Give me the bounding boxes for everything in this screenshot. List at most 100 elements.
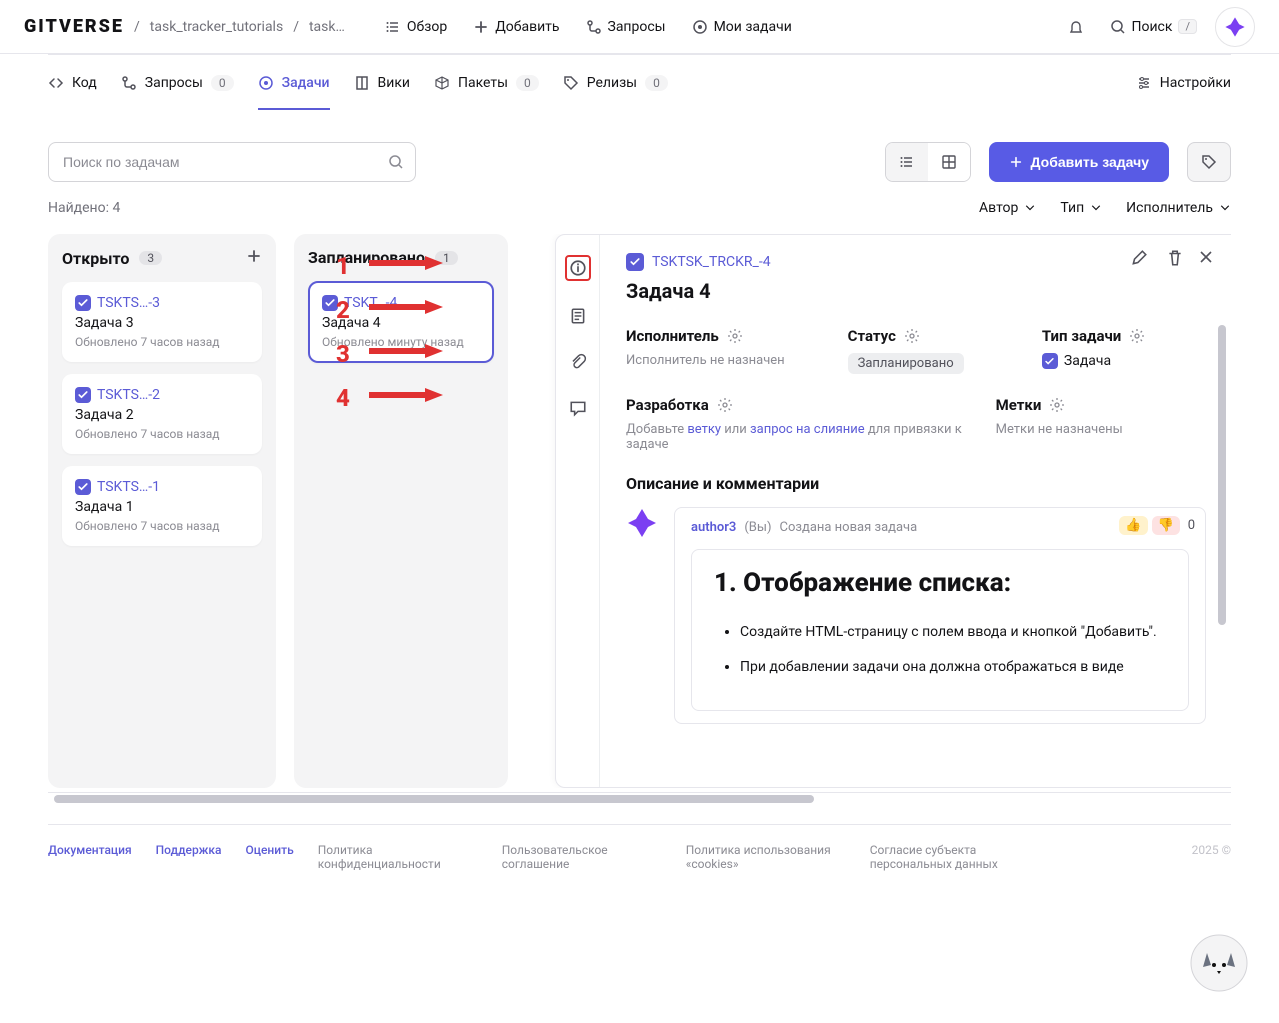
- logo[interactable]: GITVERSE: [24, 16, 124, 37]
- nav-notifications[interactable]: [1060, 15, 1092, 39]
- link-branch[interactable]: ветку: [687, 422, 721, 437]
- footer-rate[interactable]: Оценить: [246, 843, 294, 857]
- comment: author3 (Вы) Создана новая задача 👍 👎 0 …: [626, 507, 1206, 724]
- task-card-title: Задача 1: [75, 499, 249, 515]
- tab-packages[interactable]: Пакеты0: [434, 57, 539, 109]
- task-card-id[interactable]: TSKTS…-3: [75, 295, 160, 311]
- task-type-icon: [626, 253, 644, 271]
- gear-icon[interactable]: [717, 397, 733, 413]
- nav-mytasks[interactable]: Мои задачи: [684, 15, 800, 39]
- column-open: Открыто 3 TSKTS…-3 Задача 3 Обновлено 7 …: [48, 234, 276, 788]
- code-icon: [48, 75, 64, 91]
- footer-year: 2025 ©: [1192, 843, 1231, 857]
- task-card[interactable]: TSKTS…-2 Задача 2 Обновлено 7 часов наза…: [62, 374, 262, 454]
- status-badge[interactable]: Запланировано: [848, 353, 964, 374]
- pr-icon: [121, 75, 137, 91]
- star-icon: [626, 507, 658, 539]
- view-toggle: [885, 142, 971, 182]
- tab-tasks[interactable]: Задачи: [258, 57, 330, 109]
- column-count: 3: [139, 251, 162, 265]
- task-card-meta: Обновлено 7 часов назад: [75, 427, 249, 441]
- kanban-board[interactable]: Открыто 3 TSKTS…-3 Задача 3 Обновлено 7 …: [48, 234, 1231, 788]
- pr-icon: [586, 19, 602, 35]
- tasks-search-input[interactable]: [48, 142, 416, 182]
- column-count: 1: [435, 251, 458, 265]
- footer-doc[interactable]: Документация: [48, 843, 132, 857]
- task-card-id[interactable]: TSKT…-4: [322, 295, 397, 311]
- gear-icon[interactable]: [727, 328, 743, 344]
- breadcrumb-repo[interactable]: task_tracker_tutorials: [150, 19, 283, 35]
- paperclip-icon: [569, 353, 587, 371]
- link-mr[interactable]: запрос на слияние: [750, 422, 865, 437]
- footer: Документация Поддержка Оценить Политика …: [48, 843, 1231, 871]
- view-list-button[interactable]: [886, 143, 928, 181]
- tab-settings[interactable]: Настройки: [1136, 57, 1231, 109]
- gear-icon[interactable]: [1129, 328, 1145, 344]
- comment-body: author3 (Вы) Создана новая задача 👍 👎 0 …: [674, 507, 1206, 724]
- search-icon: [388, 154, 404, 170]
- filter-type[interactable]: Тип: [1060, 200, 1102, 216]
- column-add-button[interactable]: [246, 248, 262, 268]
- mascot-icon[interactable]: [1189, 933, 1249, 993]
- info-icon: [569, 259, 587, 277]
- meta-labels: Метки Метки не назначены: [996, 396, 1206, 452]
- footer-privacy[interactable]: Политика конфиденциальности: [318, 843, 478, 871]
- delete-button[interactable]: [1166, 249, 1184, 271]
- scrollbar-vertical[interactable]: [1218, 325, 1228, 777]
- side-tab-comments[interactable]: [567, 397, 589, 419]
- close-button[interactable]: [1198, 249, 1214, 269]
- side-tab-doc[interactable]: [567, 305, 589, 327]
- document-icon: [569, 307, 587, 325]
- add-task-button[interactable]: Добавить задачу: [989, 142, 1170, 182]
- tab-code[interactable]: Код: [48, 57, 97, 109]
- topbar: GITVERSE / task_tracker_tutorials / task…: [0, 0, 1279, 54]
- breadcrumb-project[interactable]: task…: [309, 19, 345, 35]
- section-description: Описание и комментарии: [626, 474, 1206, 493]
- task-card[interactable]: TSKTS…-1 Задача 1 Обновлено 7 часов наза…: [62, 466, 262, 546]
- tab-requests[interactable]: Запросы0: [121, 57, 234, 109]
- footer-support[interactable]: Поддержка: [156, 843, 222, 857]
- task-type-icon: [75, 387, 91, 403]
- breadcrumb-sep: /: [293, 19, 299, 35]
- gear-icon[interactable]: [904, 328, 920, 344]
- search-wrap: [48, 142, 416, 182]
- nav-add[interactable]: Добавить: [465, 15, 567, 39]
- filter-author[interactable]: Автор: [979, 200, 1036, 216]
- footer-consent[interactable]: Согласие субъекта персональных данных: [870, 843, 1030, 871]
- meta-dev: Разработка Добавьте ветку или запрос на …: [626, 396, 984, 452]
- nav-overview[interactable]: Обзор: [377, 15, 455, 39]
- list-icon: [899, 154, 915, 170]
- chevron-down-icon: [1024, 202, 1036, 214]
- footer-agreement[interactable]: Пользовательское соглашение: [502, 843, 662, 871]
- panel-task-id[interactable]: TSKTSK_TRCKR_-4: [626, 253, 771, 271]
- comment-author[interactable]: author3: [691, 520, 736, 535]
- task-card-id[interactable]: TSKTS…-1: [75, 479, 160, 495]
- breadcrumb-sep: /: [134, 19, 140, 35]
- react-thumbs-down[interactable]: 👎: [1152, 516, 1180, 535]
- task-card-meta: Обновлено минуту назад: [322, 335, 480, 349]
- sliders-icon: [1136, 75, 1152, 91]
- meta-status: Статус Запланировано: [848, 327, 1030, 374]
- gear-icon[interactable]: [1049, 397, 1065, 413]
- tab-releases[interactable]: Релизы0: [563, 57, 668, 109]
- edit-button[interactable]: [1130, 249, 1148, 271]
- task-detail-panel: TSKTSK_TRCKR_-4 Задача 4 Исполнитель Исп…: [555, 234, 1231, 788]
- side-tab-info[interactable]: [565, 255, 591, 281]
- nav-requests[interactable]: Запросы: [578, 15, 674, 39]
- task-type-icon: [75, 295, 91, 311]
- avatar[interactable]: [1215, 7, 1255, 47]
- tab-wiki[interactable]: Вики: [354, 57, 410, 109]
- filter-assignee[interactable]: Исполнитель: [1126, 200, 1231, 216]
- view-board-button[interactable]: [928, 143, 970, 181]
- labels-button[interactable]: [1187, 142, 1231, 182]
- description-content: 1. Отображение списка: Создайте HTML-стр…: [691, 549, 1189, 711]
- footer-cookies[interactable]: Политика использования «cookies»: [686, 843, 846, 871]
- task-card[interactable]: TSKT…-4 Задача 4 Обновлено минуту назад: [308, 281, 494, 363]
- side-tab-attach[interactable]: [567, 351, 589, 373]
- react-thumbs-up[interactable]: 👍: [1119, 516, 1147, 535]
- task-card-id[interactable]: TSKTS…-2: [75, 387, 160, 403]
- edit-icon: [1130, 249, 1148, 267]
- nav-search[interactable]: Поиск/: [1102, 15, 1206, 39]
- scrollbar-horizontal[interactable]: [48, 792, 1231, 804]
- task-card[interactable]: TSKTS…-3 Задача 3 Обновлено 7 часов наза…: [62, 282, 262, 362]
